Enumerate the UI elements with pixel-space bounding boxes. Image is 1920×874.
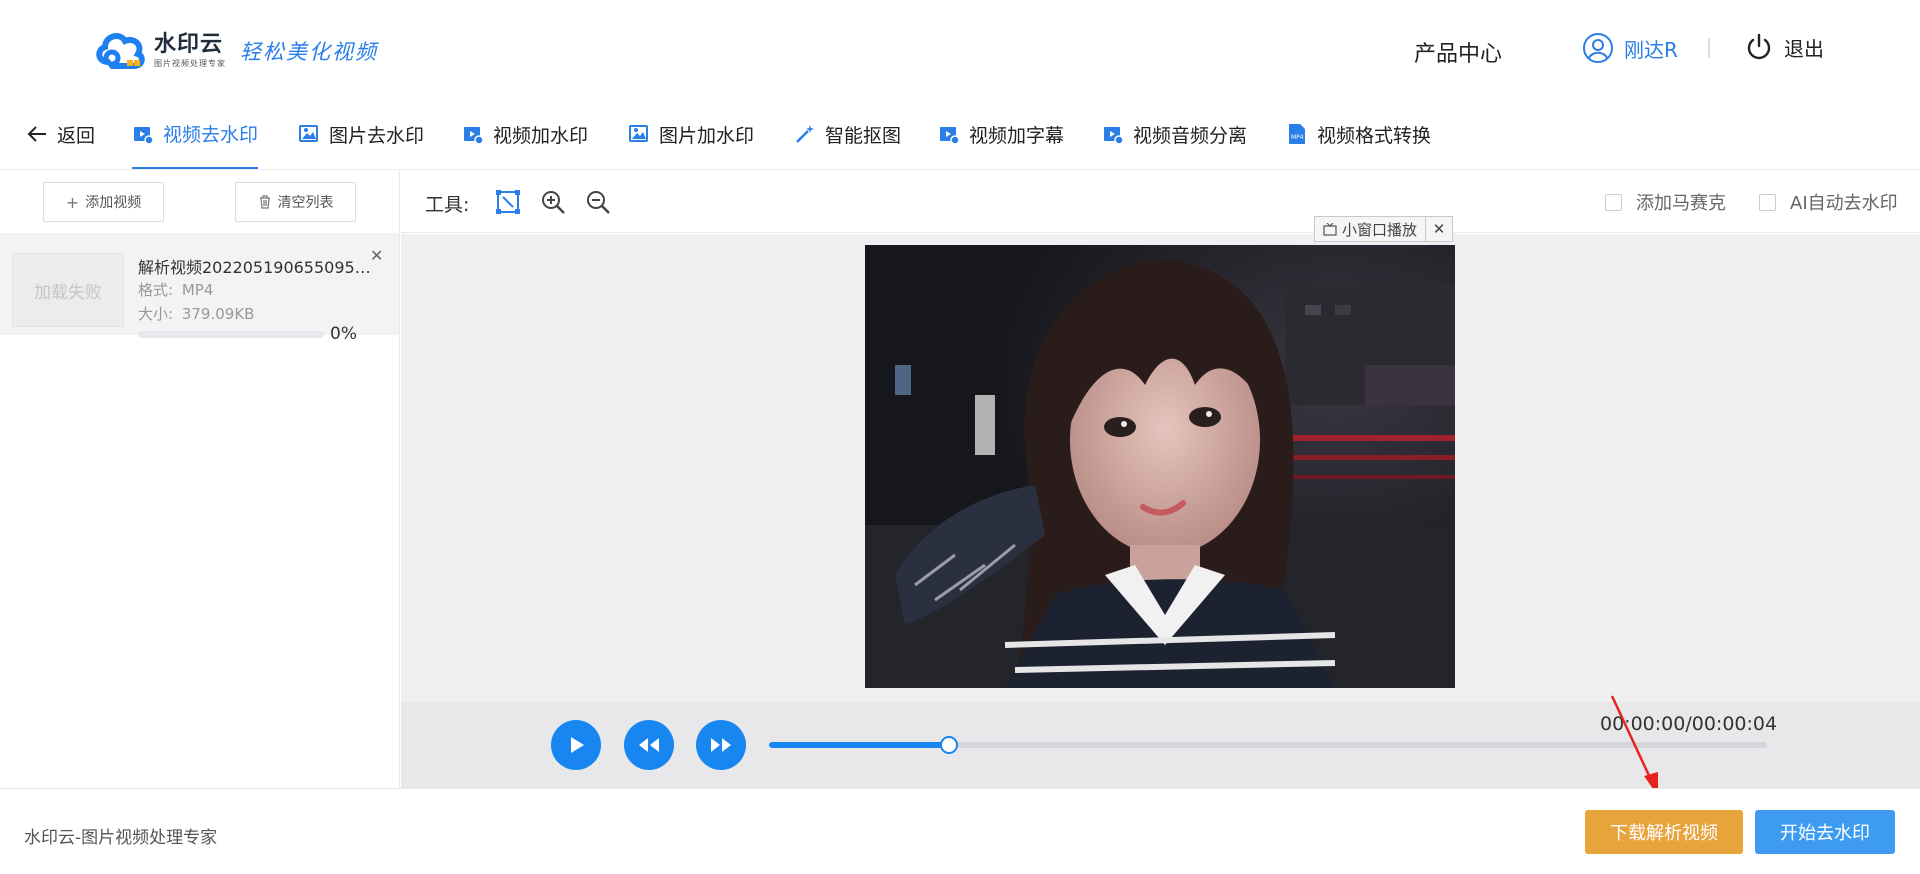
select-area-icon[interactable]: [495, 189, 521, 215]
username: 刚达R: [1624, 37, 1678, 62]
logo-slogan: 轻松美化视频: [240, 40, 378, 64]
plus-icon: +: [65, 192, 80, 212]
image-watermark-remove-icon: [299, 125, 318, 142]
logo-name: 水印云: [154, 32, 224, 57]
red-arrow-annotation: [1610, 695, 1658, 796]
file-format: 格式: MP4: [138, 279, 213, 300]
logo[interactable]: 水印云 图片视频处理专家 轻松美化视频: [94, 28, 378, 74]
editor-toolbar: 工具: 添加马赛克 AI自动去水印: [401, 171, 1920, 233]
ai-auto-remove-checkbox[interactable]: AI自动去水印: [1759, 189, 1898, 215]
file-size: 大小: 379.09KB: [138, 303, 254, 324]
svg-text:MP4: MP4: [1291, 134, 1304, 141]
start-watermark-removal-button[interactable]: 开始去水印: [1755, 810, 1895, 854]
logo-text: 水印云 图片视频处理专家: [154, 34, 226, 68]
format-value: MP4: [181, 281, 214, 299]
user-avatar-icon: [1583, 33, 1613, 63]
size-label: 大小:: [138, 305, 174, 323]
download-parsed-video-button[interactable]: 下载解析视频: [1585, 810, 1743, 854]
video-preview[interactable]: [865, 245, 1455, 688]
trash-icon: [259, 195, 270, 209]
zoom-in-icon[interactable]: [540, 189, 566, 215]
tools-label: 工具:: [425, 194, 470, 216]
checkbox-box: [1605, 193, 1622, 211]
fast-forward-icon: [711, 738, 731, 752]
tool-tabs: 返回 视频去水印 图片去水印 视频加水印 图片加水印 智能抠图 视频加字幕 视频…: [0, 100, 1920, 170]
rewind-icon: [639, 738, 659, 752]
fast-forward-button[interactable]: [696, 720, 746, 770]
video-frame-image: [865, 245, 1455, 688]
logout-label: 退出: [1784, 36, 1824, 61]
mini-window-label-wrap[interactable]: 小窗口播放: [1315, 217, 1427, 241]
play-button[interactable]: [551, 720, 601, 770]
play-icon: [571, 737, 584, 753]
tab-smart-cutout[interactable]: 智能抠图: [794, 100, 901, 168]
file-progress-text: 0%: [330, 324, 357, 344]
tab-label: 视频音频分离: [1133, 124, 1248, 147]
clear-list-label: 清空列表: [277, 195, 334, 211]
logout-button[interactable]: 退出: [1744, 32, 1824, 62]
video-watermark-add-icon: [464, 127, 484, 145]
file-list-panel: + 添加视频 清空列表 加载失败 解析视频20220519065509527..…: [0, 171, 400, 788]
format-label: 格式:: [138, 281, 174, 299]
clear-list-button[interactable]: 清空列表: [235, 182, 356, 222]
add-video-label: 添加视频: [85, 195, 142, 211]
image-watermark-add-icon: [629, 125, 648, 142]
rewind-button[interactable]: [624, 720, 674, 770]
mini-window-label: 小窗口播放: [1342, 220, 1418, 239]
ai-auto-remove-label: AI自动去水印: [1790, 193, 1898, 214]
tab-video-subtitle[interactable]: 视频加字幕: [938, 100, 1064, 168]
magic-wand-icon: [796, 125, 814, 143]
tab-label: 视频加水印: [493, 124, 589, 147]
remove-file-icon[interactable]: ✕: [370, 246, 383, 265]
tab-label: 图片加水印: [659, 124, 755, 147]
file-list-item[interactable]: 加载失败 解析视频20220519065509527... 格式: MP4 大小…: [0, 233, 399, 335]
seek-handle[interactable]: [939, 736, 958, 754]
logo-subtitle: 图片视频处理专家: [154, 59, 226, 68]
app-header: 水印云 图片视频处理专家 轻松美化视频 产品中心 刚达R 退出: [0, 0, 1920, 100]
checkbox-box: [1759, 193, 1776, 211]
tab-label: 视频去水印: [163, 124, 259, 146]
file-progress-bar: [138, 331, 324, 338]
tab-image-watermark-add[interactable]: 图片加水印: [628, 100, 754, 168]
header-divider: [1708, 38, 1710, 58]
tab-label: 智能抠图: [825, 124, 902, 147]
add-mosaic-label: 添加马赛克: [1636, 193, 1726, 214]
audio-split-icon: [1104, 127, 1124, 145]
video-watermark-remove-icon: [134, 126, 154, 145]
mini-window-toggle[interactable]: 小窗口播放 ✕: [1314, 216, 1454, 242]
back-label: 返回: [57, 124, 96, 147]
tab-format-convert[interactable]: MP4 视频格式转换: [1286, 100, 1431, 168]
footer-bar: 水印云-图片视频处理专家 下载解析视频 开始去水印: [0, 788, 1920, 874]
tab-label: 视频格式转换: [1317, 124, 1432, 147]
tab-audio-split[interactable]: 视频音频分离: [1102, 100, 1247, 168]
power-icon: [1747, 33, 1771, 60]
size-value: 379.09KB: [181, 305, 255, 323]
product-center-link[interactable]: 产品中心: [1414, 36, 1502, 68]
mp4-format-icon: MP4: [1289, 124, 1305, 144]
arrow-left-icon: [27, 126, 46, 142]
user-menu[interactable]: 刚达R: [1582, 32, 1678, 64]
tab-video-watermark-remove[interactable]: 视频去水印: [132, 100, 259, 169]
file-name: 解析视频20220519065509527...: [138, 258, 378, 277]
mini-window-close-icon[interactable]: ✕: [1426, 217, 1452, 241]
zoom-out-icon[interactable]: [585, 189, 611, 215]
tv-icon: [1323, 222, 1337, 236]
tab-label: 视频加字幕: [969, 124, 1065, 147]
add-mosaic-checkbox[interactable]: 添加马赛克: [1605, 189, 1726, 215]
cloud-logo-icon: [96, 33, 145, 69]
tab-label: 图片去水印: [329, 124, 425, 147]
add-video-button[interactable]: + 添加视频: [43, 182, 164, 222]
video-thumbnail: 加载失败: [12, 253, 124, 327]
thumbnail-status: 加载失败: [34, 282, 102, 303]
back-button[interactable]: 返回: [26, 100, 95, 168]
seek-bar-fill: [769, 742, 949, 748]
tab-video-watermark-add[interactable]: 视频加水印: [462, 100, 588, 168]
tab-image-watermark-remove[interactable]: 图片去水印: [298, 100, 424, 168]
footer-brand: 水印云-图片视频处理专家: [24, 828, 218, 848]
video-subtitle-icon: [940, 127, 960, 145]
